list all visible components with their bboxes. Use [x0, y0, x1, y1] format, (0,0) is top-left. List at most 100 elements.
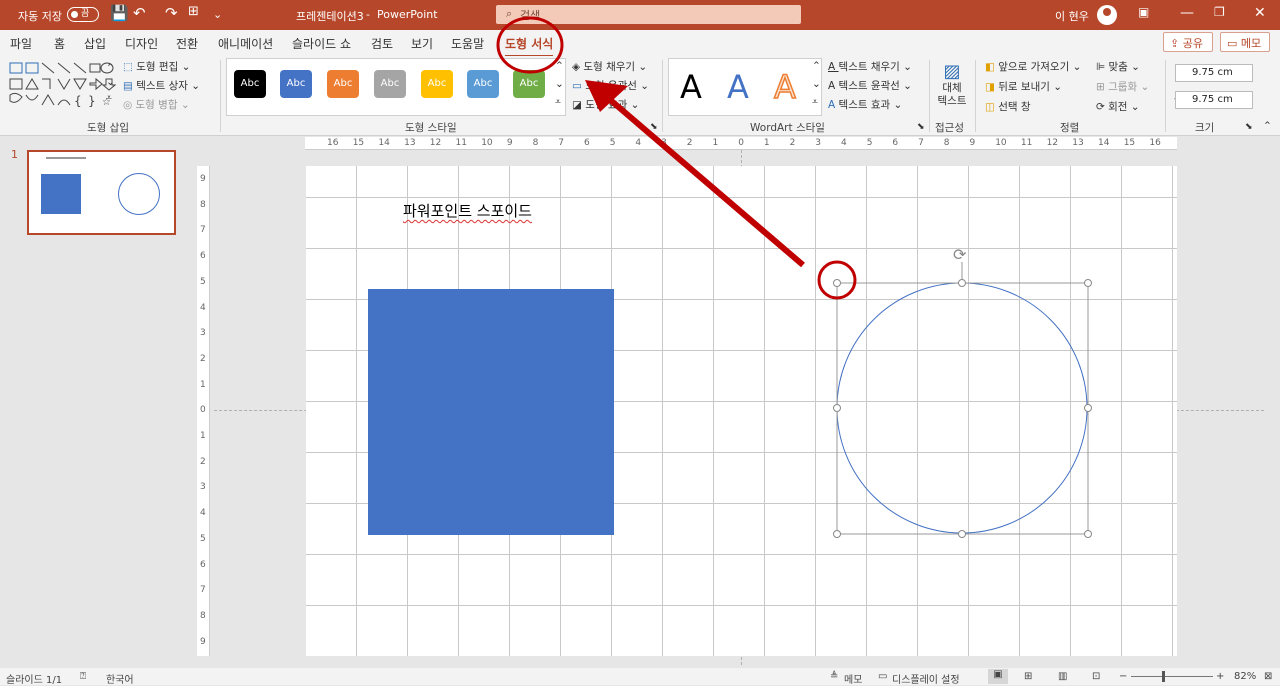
blue-square-shape[interactable]: [368, 289, 614, 535]
autosave-toggle[interactable]: 끔: [67, 7, 99, 22]
resize-handle-bottom-right[interactable]: [1084, 530, 1092, 538]
fit-to-window-icon[interactable]: ⊠: [1264, 671, 1272, 682]
text-effects-button[interactable]: A 텍스트 효과 ⌄: [828, 97, 902, 112]
shape-outline-button[interactable]: ▭ 도형 윤곽선 ⌄: [572, 78, 649, 93]
shape-style-orange[interactable]: Abc: [327, 70, 359, 98]
close-icon[interactable]: ✕: [1254, 5, 1266, 21]
slideshow-icon[interactable]: ⊡: [1092, 671, 1100, 682]
slide-sorter-icon[interactable]: ⊞: [1024, 671, 1032, 682]
minimize-icon[interactable]: —: [1180, 5, 1194, 21]
wordart-style-black[interactable]: A: [680, 68, 702, 106]
styles-scroll-up[interactable]: ⌃: [555, 60, 564, 72]
ruler-tick-label: 1: [763, 138, 770, 148]
start-from-beginning-icon[interactable]: ⊞: [188, 4, 199, 19]
resize-handle-bottom-left[interactable]: [833, 530, 841, 538]
normal-view-icon[interactable]: ▣: [988, 669, 1008, 684]
user-name[interactable]: 이 현우: [1055, 8, 1089, 24]
save-icon[interactable]: 💾: [110, 4, 129, 22]
tab-help[interactable]: 도움말: [451, 35, 484, 52]
ribbon-display-icon[interactable]: ▣: [1138, 5, 1149, 19]
gallery-scroll-up[interactable]: ⌃: [106, 62, 115, 74]
display-settings-button[interactable]: 디스플레이 설정: [892, 671, 960, 686]
accessibility-check-icon[interactable]: ⍰: [80, 671, 86, 682]
shape-style-black[interactable]: Abc: [234, 70, 266, 98]
resize-handle-left[interactable]: [833, 404, 841, 412]
zoom-in-button[interactable]: +: [1216, 671, 1224, 682]
edit-shape-button[interactable]: ⬚ 도형 편집 ⌄: [123, 59, 190, 74]
wordart-launcher-icon[interactable]: ⬊: [917, 122, 925, 132]
search-input[interactable]: ⌕ 검색: [496, 5, 801, 24]
gallery-scroll-down[interactable]: ⌄: [106, 76, 115, 88]
resize-handle-top[interactable]: [958, 279, 966, 287]
text-outline-button[interactable]: A 텍스트 윤곽선 ⌄: [828, 78, 912, 93]
gallery-more[interactable]: ⩡: [106, 92, 112, 105]
text-fill-button[interactable]: A 텍스트 채우기 ⌄: [828, 59, 912, 74]
slide-thumbnail[interactable]: [27, 150, 176, 235]
shape-effects-button[interactable]: ◪ 도형 효과 ⌄: [572, 97, 639, 112]
zoom-slider-thumb[interactable]: [1162, 671, 1165, 682]
shape-style-blue[interactable]: Abc: [280, 70, 312, 98]
tab-slideshow[interactable]: 슬라이드 쇼: [292, 35, 351, 52]
ruler-tick-label: 4: [200, 508, 206, 519]
language-indicator[interactable]: 한국어: [106, 671, 134, 686]
tab-design[interactable]: 디자인: [125, 35, 158, 52]
undo-icon[interactable]: ↶: [133, 4, 146, 22]
tab-review[interactable]: 검토: [371, 35, 393, 52]
tab-insert[interactable]: 삽입: [84, 35, 106, 52]
reading-view-icon[interactable]: ▥: [1058, 671, 1067, 682]
align-button[interactable]: ⊫ 맞춤 ⌄: [1096, 59, 1140, 74]
tab-animations[interactable]: 애니메이션: [218, 35, 273, 52]
tab-view[interactable]: 보기: [411, 35, 433, 52]
text-effects-label: 텍스트 효과: [838, 99, 891, 111]
shape-style-green[interactable]: Abc: [513, 70, 545, 98]
restore-icon[interactable]: ❐: [1214, 5, 1225, 19]
size-launcher-icon[interactable]: ⬊: [1245, 122, 1253, 132]
text-box-button[interactable]: ▤ 텍스트 상자 ⌄: [123, 78, 200, 93]
slide-canvas[interactable]: 파워포인트 스포이드 ⟳: [306, 166, 1177, 656]
tab-file[interactable]: 파일: [10, 35, 32, 52]
tab-home[interactable]: 홈: [54, 35, 65, 52]
share-button[interactable]: ⇪ 공유: [1163, 32, 1213, 52]
shape-style-lightblue[interactable]: Abc: [467, 70, 499, 98]
group-button[interactable]: ⊞ 그룹화 ⌄: [1096, 79, 1149, 94]
circle-shape[interactable]: [836, 282, 1088, 534]
redo-icon[interactable]: ↷: [165, 4, 178, 22]
styles-more[interactable]: ⩡: [555, 96, 561, 109]
wordart-scroll-down[interactable]: ⌄: [812, 78, 821, 90]
width-input[interactable]: 9.75 cm: [1175, 91, 1253, 109]
resize-handle-top-right[interactable]: [1084, 279, 1092, 287]
selected-circle[interactable]: ⟳: [826, 246, 1106, 546]
height-input[interactable]: 9.75 cm: [1175, 64, 1253, 82]
zoom-out-button[interactable]: −: [1119, 671, 1127, 682]
zoom-level[interactable]: 82%: [1234, 671, 1256, 682]
wordart-scroll-up[interactable]: ⌃: [812, 60, 821, 72]
avatar[interactable]: [1097, 5, 1117, 25]
rotate-handle-icon[interactable]: ⟳: [953, 246, 967, 264]
resize-handle-bottom[interactable]: [958, 530, 966, 538]
shapes-gallery[interactable]: {} ☆: [8, 61, 116, 111]
collapse-ribbon-icon[interactable]: ⌃: [1263, 120, 1272, 132]
rotate-button[interactable]: ⟳ 회전 ⌄: [1096, 99, 1140, 114]
resize-handle-top-left[interactable]: [833, 279, 841, 287]
tab-transitions[interactable]: 전환: [176, 35, 198, 52]
alt-text-button[interactable]: ▨ 대체 텍스트: [937, 61, 967, 108]
styles-scroll-down[interactable]: ⌄: [555, 78, 564, 90]
tab-shape-format[interactable]: 도형 서식: [505, 35, 554, 57]
merge-shapes-button[interactable]: ◎ 도형 병합 ⌄: [123, 97, 190, 112]
shape-styles-launcher-icon[interactable]: ⬊: [650, 122, 658, 132]
customize-qat-button[interactable]: ⌄: [213, 8, 222, 21]
wordart-more[interactable]: ⩡: [812, 96, 818, 109]
wordart-style-orange[interactable]: A: [773, 67, 796, 107]
shape-style-gray[interactable]: Abc: [374, 70, 406, 98]
shape-fill-button[interactable]: ◈ 도형 채우기 ⌄: [572, 59, 647, 74]
notes-button[interactable]: 메모: [844, 671, 862, 686]
shape-style-gold[interactable]: Abc: [421, 70, 453, 98]
wordart-style-blue[interactable]: A: [727, 68, 749, 106]
slide-text[interactable]: 파워포인트 스포이드: [403, 200, 532, 221]
resize-handle-right[interactable]: [1084, 404, 1092, 412]
selection-pane-button[interactable]: ◫ 선택 창: [985, 99, 1031, 114]
comments-button[interactable]: ▭ 메모: [1220, 32, 1270, 52]
zoom-slider[interactable]: [1131, 676, 1213, 677]
send-backward-button[interactable]: ◨ 뒤로 보내기 ⌄: [985, 79, 1062, 94]
bring-forward-button[interactable]: ◧ 앞으로 가져오기 ⌄: [985, 59, 1081, 74]
